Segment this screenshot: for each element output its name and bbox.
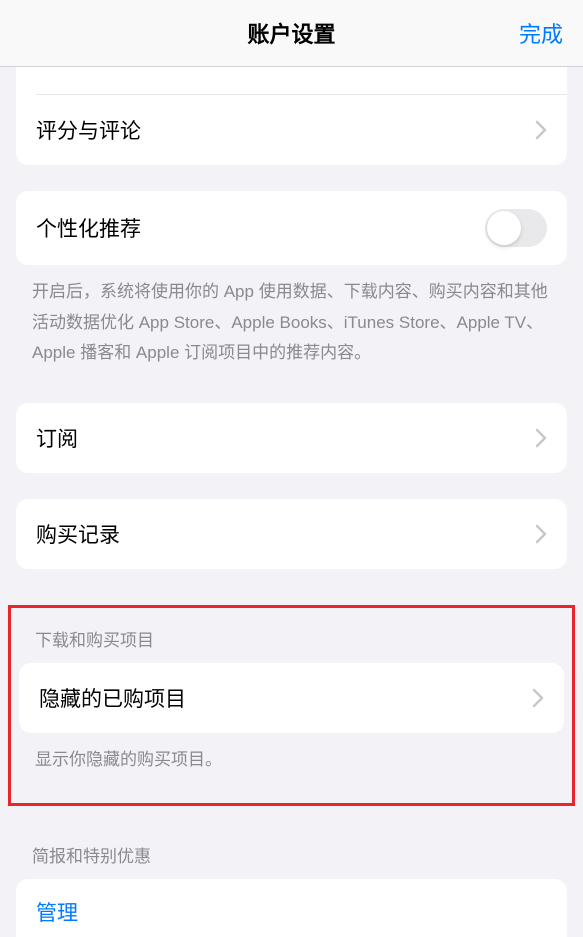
top-group: 评分与评论 — [16, 67, 567, 165]
toggle-knob — [487, 211, 521, 245]
hidden-purchases-footer: 显示你隐藏的购买项目。 — [11, 733, 572, 784]
manage-row[interactable]: 管理 — [16, 879, 567, 937]
chevron-right-icon — [535, 120, 547, 140]
downloads-section-header: 下载和购买项目 — [11, 616, 572, 663]
personalized-label: 个性化推荐 — [36, 213, 141, 243]
subscriptions-label: 订阅 — [36, 423, 78, 453]
hidden-purchases-row[interactable]: 隐藏的已购项目 — [19, 663, 564, 733]
purchase-history-group: 购买记录 — [16, 499, 567, 569]
manage-group: 管理 — [16, 879, 567, 937]
partial-cell — [36, 75, 567, 95]
hidden-purchases-group: 隐藏的已购项目 — [19, 663, 564, 733]
personalized-row: 个性化推荐 — [16, 191, 567, 265]
chevron-right-icon — [535, 428, 547, 448]
personalized-footer: 开启后，系统将使用你的 App 使用数据、下载内容、购买内容和其他活动数据优化 … — [0, 265, 583, 377]
manage-label: 管理 — [36, 897, 78, 927]
hidden-purchases-label: 隐藏的已购项目 — [39, 683, 186, 713]
purchase-history-row[interactable]: 购买记录 — [16, 499, 567, 569]
header-bar: 账户设置 完成 — [0, 0, 583, 67]
chevron-right-icon — [532, 688, 544, 708]
ratings-reviews-row[interactable]: 评分与评论 — [16, 95, 567, 165]
purchase-history-label: 购买记录 — [36, 519, 120, 549]
highlight-annotation: 下载和购买项目 隐藏的已购项目 显示你隐藏的购买项目。 — [8, 605, 575, 807]
subscriptions-row[interactable]: 订阅 — [16, 403, 567, 473]
subscriptions-group: 订阅 — [16, 403, 567, 473]
done-button[interactable]: 完成 — [519, 17, 563, 49]
personalized-toggle[interactable] — [485, 209, 547, 247]
ratings-reviews-label: 评分与评论 — [36, 115, 141, 145]
personalized-group: 个性化推荐 — [16, 191, 567, 265]
newsletter-section-header: 简报和特别优惠 — [0, 832, 583, 879]
page-title: 账户设置 — [247, 17, 335, 49]
chevron-right-icon — [535, 524, 547, 544]
